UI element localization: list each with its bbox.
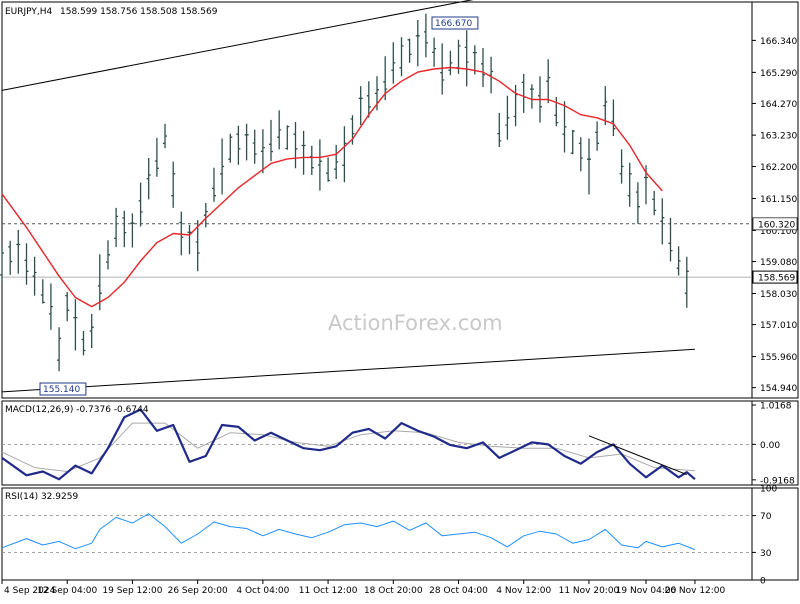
y-tick-label: 0.00	[760, 441, 780, 451]
price-frame	[1, 1, 799, 399]
y-tick-label: 157.010	[760, 321, 797, 331]
current-price-label: 158.569	[758, 274, 795, 284]
x-tick-label: 26 Sep 20:00	[168, 586, 228, 596]
y-tick-label: 159.080	[760, 258, 797, 268]
y-tick-label: 162.200	[760, 163, 797, 173]
y-tick-label: 166.340	[760, 37, 797, 47]
macd-panel: 1.01680.00-0.9168MACD(12,26,9) -0.7376 -…	[1, 400, 799, 486]
y-tick-label: 154.940	[760, 384, 797, 394]
x-tick-label: 19 Sep 12:00	[102, 586, 162, 596]
y-tick-label: 100	[760, 485, 777, 495]
price-panel: 166.340 165.290 164.270 163.230 162.200 161.1…	[0, 0, 799, 399]
chart-canvas: 166.340 165.290 164.270 163.230 162.200 161.1…	[0, 0, 799, 596]
y-tick-label: 164.270	[760, 100, 797, 110]
x-tick-label: 18 Oct 20:00	[364, 586, 423, 596]
low-label: 155.140	[43, 385, 80, 395]
rsi-frame	[1, 487, 799, 581]
y-tick-label: 1.0168	[760, 401, 792, 411]
x-tick-label: 12 Sep 04:00	[37, 586, 97, 596]
y-tick-label: 70	[760, 512, 772, 522]
x-tick-label: 26 Nov 12:00	[665, 586, 726, 596]
chart-root: 166.340 165.290 164.270 163.230 162.200 161.1…	[0, 0, 800, 600]
x-tick-label: 28 Oct 04:00	[429, 586, 488, 596]
y-tick-label: 158.030	[760, 290, 797, 300]
ohlc-readout: 158.599 158.756 158.508 158.569	[60, 7, 218, 17]
symbol-label: EURJPY,H4	[5, 7, 53, 17]
macd-label: MACD(12,26,9) -0.7376 -0.6744	[5, 405, 149, 415]
x-tick-label: 4 Oct 04:00	[236, 586, 289, 596]
high-label: 166.670	[435, 19, 472, 29]
x-axis: 4 Sep 202412 Sep 04:00 19 Sep 12:00 26 Sep…	[1, 580, 726, 596]
x-tick-label: 11 Oct 12:00	[299, 586, 358, 596]
watermark: ActionForex.com	[328, 311, 503, 335]
y-tick-label: 165.290	[760, 69, 797, 79]
y-tick-label: 30	[760, 549, 772, 559]
y-tick-label: 155.960	[760, 353, 797, 363]
rsi-label: RSI(14) 32.9259	[5, 492, 78, 502]
y-tick-label: 163.230	[760, 132, 797, 142]
dashed-level-label: 160.320	[758, 220, 795, 230]
rsi-panel: 100 70 30 0 RSI(14) 32.9259	[1, 485, 799, 587]
x-tick-label: 4 Nov 12:00	[496, 586, 551, 596]
y-tick-label: 161.150	[760, 195, 797, 205]
x-tick-label: 11 Nov 20:00	[559, 586, 620, 596]
y-tick-label: 0	[760, 577, 766, 587]
